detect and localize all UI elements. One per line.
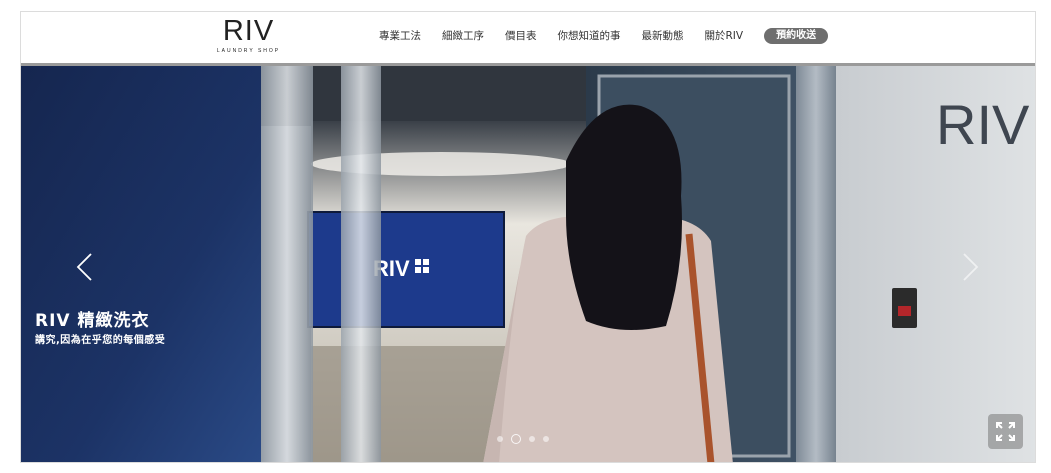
slide-indicators xyxy=(497,434,557,444)
chevron-left-icon xyxy=(76,253,92,281)
slide-dot-1[interactable] xyxy=(497,436,503,442)
nav-item-techniques[interactable]: 專業工法 xyxy=(379,29,421,43)
logo-text: RIV xyxy=(222,15,275,47)
slide-dot-3[interactable] xyxy=(529,436,535,442)
nav-item-about[interactable]: 關於RIV xyxy=(705,29,744,43)
chevron-right-icon xyxy=(963,253,979,281)
page-frame: RIV LAUNDRY SHOP 專業工法 細緻工序 價目表 你想知道的事 最新… xyxy=(20,11,1036,463)
booking-button[interactable]: 預約收送 xyxy=(764,28,829,44)
hero-title: RIV 精緻洗衣 xyxy=(35,311,150,331)
expand-icon xyxy=(996,422,1015,441)
prev-slide-button[interactable] xyxy=(75,252,95,286)
main-nav: 專業工法 細緻工序 價目表 你想知道的事 最新動態 關於RIV 預約收送 xyxy=(379,28,829,44)
hero-subtitle: 講究,因為在乎您的每個感受 xyxy=(35,335,166,346)
site-header: RIV LAUNDRY SHOP 專業工法 細緻工序 價目表 你想知道的事 最新… xyxy=(21,12,1035,66)
nav-item-pricing[interactable]: 價目表 xyxy=(505,29,537,43)
slide-dot-4[interactable] xyxy=(543,436,549,442)
wall-sign: RIV xyxy=(936,93,1030,156)
logo-subtext: LAUNDRY SHOP xyxy=(216,48,281,54)
nav-item-faq[interactable]: 你想知道的事 xyxy=(558,29,621,43)
next-slide-button[interactable] xyxy=(960,252,980,286)
hero-caption: RIV 精緻洗衣 講究,因為在乎您的每個感受 xyxy=(35,310,165,348)
site-logo[interactable]: RIV LAUNDRY SHOP xyxy=(211,16,286,58)
hero-photo: RIV RIV xyxy=(21,66,1035,462)
hero-slider: RIV RIV RIV 精緻洗衣 講究,因為在乎您的每個感受 xyxy=(21,66,1035,462)
nav-item-news[interactable]: 最新動態 xyxy=(642,29,684,43)
nav-item-process[interactable]: 細緻工序 xyxy=(442,29,484,43)
slide-dot-2[interactable] xyxy=(511,434,521,444)
fullscreen-button[interactable] xyxy=(988,414,1023,449)
